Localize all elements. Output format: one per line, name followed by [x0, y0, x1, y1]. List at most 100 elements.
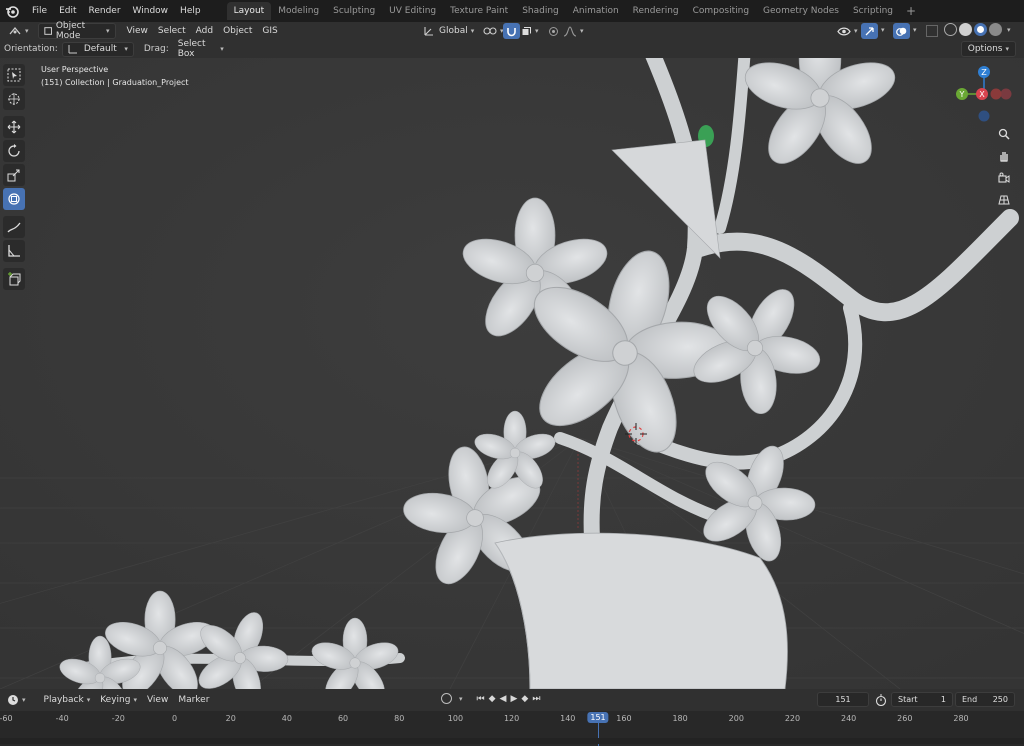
scale-tool[interactable]: [3, 164, 25, 186]
options-button[interactable]: Options ▾: [960, 41, 1016, 57]
timeline-scrollbar[interactable]: [0, 738, 1024, 744]
tab-animation[interactable]: Animation: [566, 2, 626, 20]
gizmo-neg-y-axis-icon[interactable]: [1000, 88, 1012, 100]
top-menu-bar: File Edit Render Window Help Layout Mode…: [0, 0, 1024, 22]
transform-tool[interactable]: [3, 188, 25, 210]
annotate-tool[interactable]: [3, 216, 25, 238]
end-label: End: [962, 695, 978, 704]
play-icon[interactable]: ▶: [510, 694, 517, 704]
end-frame-field[interactable]: End 250: [955, 692, 1015, 707]
gizmo-neg-z-axis-icon[interactable]: [978, 110, 990, 122]
zoom-view-button[interactable]: [994, 124, 1014, 144]
playhead-frame-marker[interactable]: 151: [587, 712, 609, 723]
keying-menu[interactable]: Keying ▾: [95, 695, 142, 705]
menu-select[interactable]: Select: [153, 23, 191, 39]
menu-help[interactable]: Help: [174, 0, 207, 22]
add-cube-tool[interactable]: [3, 268, 25, 290]
workspace-tabs: Layout Modeling Sculpting UV Editing Tex…: [226, 0, 922, 22]
marker-menu[interactable]: Marker: [173, 695, 214, 705]
orientation-dropdown[interactable]: Default ▾: [61, 41, 134, 57]
add-workspace-icon[interactable]: +: [900, 2, 922, 20]
menu-object[interactable]: Object: [218, 23, 257, 39]
ruler-tick-label: 0: [171, 714, 178, 723]
menu-view[interactable]: View: [122, 23, 153, 39]
chevron-down-icon: ▾: [133, 696, 137, 704]
ruler-tick-label: 100: [447, 714, 464, 723]
material-shading-icon[interactable]: [974, 23, 987, 36]
menu-render[interactable]: Render: [83, 0, 127, 22]
orientation-axes-icon: [424, 27, 433, 36]
chevron-down-icon: ▾: [1005, 45, 1009, 53]
blender-logo-icon[interactable]: [4, 3, 20, 19]
orientation-axes-icon: [68, 45, 77, 54]
rotate-tool[interactable]: [3, 140, 25, 162]
drag-value: Select Box: [177, 39, 206, 59]
proportional-edit-icon: [549, 26, 558, 36]
solid-shading-icon[interactable]: [959, 23, 972, 36]
transform-orientation-selector[interactable]: Global ▾: [418, 23, 479, 39]
menu-gis[interactable]: GIS: [257, 23, 282, 39]
current-frame-field[interactable]: 151: [817, 692, 869, 707]
tab-uv-editing[interactable]: UV Editing: [382, 2, 443, 20]
gizmo-neg-x-axis-icon[interactable]: [990, 88, 1002, 100]
prev-keyframe-icon[interactable]: ◆: [489, 694, 496, 704]
play-reverse-icon[interactable]: ◀: [500, 694, 507, 704]
ruler-tick-label: -40: [55, 714, 69, 723]
measure-tool[interactable]: [3, 240, 25, 262]
stopwatch-icon[interactable]: [875, 694, 887, 709]
editor-type-button[interactable]: ▾: [3, 23, 34, 39]
jump-start-icon[interactable]: ⏮: [477, 694, 485, 704]
chevron-down-icon: ▾: [580, 27, 584, 35]
cursor-icon: [8, 93, 20, 105]
perspective-toggle-button[interactable]: [994, 190, 1014, 210]
tab-geometry-nodes[interactable]: Geometry Nodes: [756, 2, 846, 20]
drag-dropdown[interactable]: Select Box ▾: [172, 39, 229, 59]
menu-edit[interactable]: Edit: [53, 0, 82, 22]
pan-view-button[interactable]: [994, 146, 1014, 166]
move-tool[interactable]: [3, 116, 25, 138]
next-keyframe-icon[interactable]: ◆: [521, 694, 528, 704]
menu-add[interactable]: Add: [191, 23, 218, 39]
chevron-down-icon[interactable]: ▾: [913, 26, 917, 34]
ruler-tick-label: 120: [503, 714, 520, 723]
ruler-tick-label: 180: [672, 714, 688, 723]
mode-label: Object Mode: [55, 21, 86, 41]
navigation-gizmo[interactable]: Z Y X: [950, 64, 1022, 124]
camera-view-button[interactable]: [994, 168, 1014, 188]
playback-menu[interactable]: Playback ▾: [39, 695, 96, 705]
snap-cube-icon: [522, 26, 531, 35]
wireframe-shading-icon[interactable]: [944, 23, 957, 36]
chevron-down-icon[interactable]: ▾: [881, 26, 885, 34]
timeline-editor-type-button[interactable]: ▾: [2, 694, 31, 706]
menu-file[interactable]: File: [26, 0, 53, 22]
visibility-button[interactable]: ▾: [834, 23, 861, 39]
timeline-ruler[interactable]: -60 -40 -20 0 20 40 60 80 100 120 140 160 180 200 220 2…: [0, 711, 1024, 746]
overlays-toggle[interactable]: [893, 23, 910, 39]
menu-window[interactable]: Window: [127, 0, 175, 22]
rendered-shading-icon[interactable]: [989, 23, 1002, 36]
select-box-tool[interactable]: [3, 64, 25, 86]
chevron-down-icon[interactable]: ▾: [1007, 26, 1011, 34]
tab-rendering[interactable]: Rendering: [626, 2, 686, 20]
timeline-view-menu[interactable]: View: [142, 695, 173, 705]
tab-layout[interactable]: Layout: [226, 2, 272, 20]
tab-scripting[interactable]: Scripting: [846, 2, 900, 20]
tab-modeling[interactable]: Modeling: [271, 2, 326, 20]
start-frame-field[interactable]: Start 1: [891, 692, 953, 707]
tab-texture-paint[interactable]: Texture Paint: [443, 2, 515, 20]
gizmo-toggle[interactable]: [861, 23, 878, 39]
cursor-tool[interactable]: [3, 88, 25, 110]
tab-sculpting[interactable]: Sculpting: [326, 2, 382, 20]
auto-keying-icon[interactable]: [441, 693, 452, 704]
jump-end-icon[interactable]: ⏭: [532, 694, 540, 704]
mode-selector[interactable]: Object Mode ▾: [37, 21, 116, 41]
gizmo-x-label: X: [979, 90, 985, 99]
chevron-down-icon[interactable]: ▾: [459, 695, 463, 703]
xray-toggle-icon[interactable]: [926, 25, 938, 37]
snap-target-button[interactable]: ▾: [518, 23, 542, 39]
tab-shading[interactable]: Shading: [515, 2, 566, 20]
falloff-button[interactable]: ▾: [560, 23, 587, 39]
3d-viewport[interactable]: User Perspective (151) Collection | Grad…: [0, 58, 1024, 689]
tab-compositing[interactable]: Compositing: [686, 2, 756, 20]
annotate-pencil-icon: [7, 222, 21, 233]
